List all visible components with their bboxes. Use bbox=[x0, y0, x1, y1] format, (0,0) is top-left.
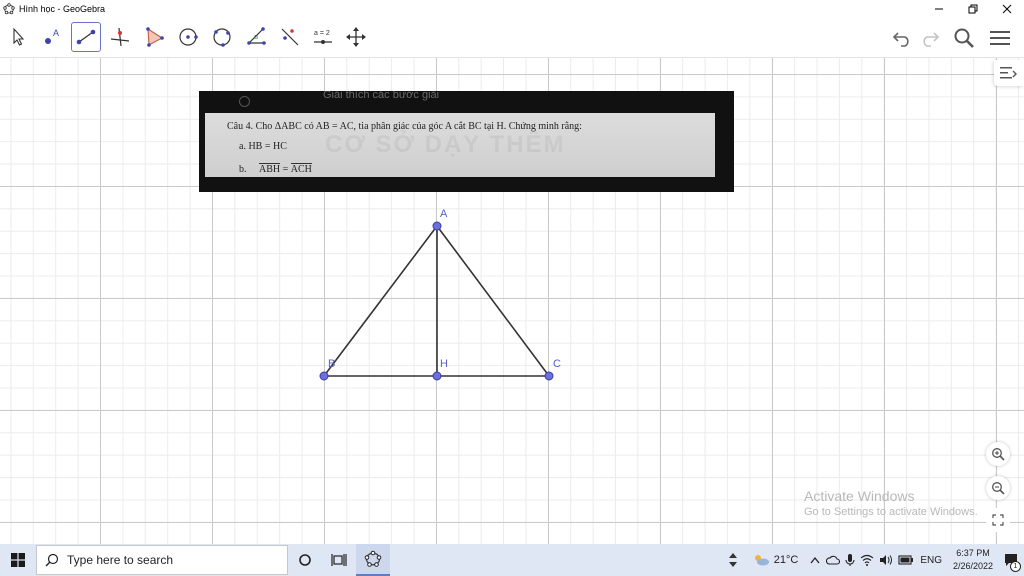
windows-logo-icon bbox=[11, 553, 25, 567]
zoom-in-button[interactable] bbox=[986, 442, 1010, 466]
circle-center-point-icon bbox=[179, 28, 198, 46]
taskbar-search-box[interactable]: Type here to search bbox=[36, 545, 288, 575]
move-cross-icon bbox=[346, 27, 366, 47]
reflect-tool[interactable] bbox=[275, 22, 305, 52]
microphone-icon[interactable] bbox=[845, 553, 855, 567]
label-a: A bbox=[440, 208, 448, 220]
redo-icon bbox=[923, 32, 940, 47]
title-bar: Hình học - GeoGebra bbox=[0, 0, 1024, 18]
polygon-tool[interactable] bbox=[139, 22, 169, 52]
undo-icon bbox=[892, 32, 909, 47]
close-button[interactable] bbox=[990, 0, 1024, 18]
taskbar-search-icon bbox=[45, 553, 59, 567]
geogebra-app-icon bbox=[3, 3, 15, 15]
move-graphics-tool[interactable] bbox=[341, 22, 371, 52]
window-controls bbox=[922, 0, 1024, 18]
minimize-icon bbox=[935, 8, 943, 10]
point-b[interactable] bbox=[319, 371, 329, 381]
minimize-button[interactable] bbox=[922, 0, 956, 18]
cloud-icon[interactable] bbox=[826, 554, 841, 566]
toolbar: A α a = 2 bbox=[0, 18, 1024, 58]
point-h[interactable] bbox=[432, 371, 442, 381]
taskbar: Type here to search 21°C ENG 6:37 PM 2/2… bbox=[0, 544, 1024, 576]
taskbar-scroll-icon[interactable] bbox=[728, 551, 738, 569]
weather-icon[interactable] bbox=[752, 553, 770, 567]
label-c: C bbox=[553, 358, 561, 370]
point-a[interactable] bbox=[432, 221, 442, 231]
wifi-icon[interactable] bbox=[860, 554, 874, 566]
activate-windows-title: Activate Windows bbox=[804, 488, 915, 504]
reflect-icon bbox=[281, 28, 299, 46]
construction-svg bbox=[319, 221, 554, 381]
activate-windows-subtitle: Go to Settings to activate Windows. bbox=[804, 506, 978, 518]
label-h: H bbox=[440, 358, 448, 370]
segment-ab[interactable] bbox=[323, 225, 438, 377]
chevron-up-icon[interactable] bbox=[810, 556, 820, 564]
restore-icon bbox=[968, 4, 978, 14]
geogebra-window: Hình học - GeoGebra A α a = 2 Giải thích… bbox=[0, 0, 1024, 576]
volume-icon[interactable] bbox=[879, 554, 893, 566]
activate-windows-watermark: Activate Windows Go to Settings to activ… bbox=[804, 488, 978, 518]
point-tool[interactable]: A bbox=[37, 22, 67, 52]
restore-button[interactable] bbox=[956, 0, 990, 18]
geogebra-taskbar-button[interactable] bbox=[356, 544, 390, 576]
weather-temperature[interactable]: 21°C bbox=[774, 554, 799, 566]
zoom-out-icon bbox=[992, 482, 1005, 495]
point-icon: A bbox=[45, 28, 59, 44]
label-b: B bbox=[328, 358, 336, 370]
segment-ac[interactable] bbox=[436, 225, 550, 377]
input-language[interactable]: ENG bbox=[920, 555, 942, 566]
point-c[interactable] bbox=[544, 371, 554, 381]
polygon-icon bbox=[146, 27, 164, 47]
task-view-button[interactable] bbox=[322, 544, 356, 576]
cortana-button[interactable] bbox=[288, 544, 322, 576]
clock-time: 6:37 PM bbox=[956, 548, 990, 558]
angle-tool-label: α bbox=[254, 34, 258, 41]
start-button[interactable] bbox=[0, 544, 36, 576]
fullscreen-icon bbox=[992, 514, 1004, 526]
taskbar-search-placeholder: Type here to search bbox=[67, 553, 174, 567]
angle-icon: α bbox=[247, 27, 266, 45]
notification-button[interactable]: 1 bbox=[998, 544, 1024, 576]
task-view-icon bbox=[331, 554, 347, 566]
redo-button[interactable] bbox=[916, 24, 944, 52]
segment-tool[interactable] bbox=[71, 22, 101, 52]
close-icon bbox=[1002, 4, 1012, 14]
circle-tool[interactable] bbox=[173, 22, 203, 52]
perpendicular-tool[interactable] bbox=[105, 22, 135, 52]
menu-icon bbox=[990, 31, 1010, 45]
segment-icon bbox=[76, 29, 96, 45]
geogebra-taskbar-icon bbox=[364, 550, 382, 567]
point-tool-label: A bbox=[53, 28, 59, 38]
slider-tool-label: a = 2 bbox=[314, 30, 330, 37]
window-title: Hình học - GeoGebra bbox=[19, 4, 106, 14]
system-tray: 21°C ENG 6:37 PM 2/26/2022 1 bbox=[728, 544, 1024, 576]
battery-icon[interactable] bbox=[898, 555, 914, 565]
main-menu-button[interactable] bbox=[986, 24, 1014, 52]
slider-icon: a = 2 bbox=[314, 30, 332, 44]
circle-three-points-icon bbox=[213, 28, 231, 47]
move-tool[interactable] bbox=[3, 22, 33, 52]
fullscreen-button[interactable] bbox=[986, 508, 1010, 532]
clock-date: 2/26/2022 bbox=[952, 561, 994, 571]
taskbar-clock[interactable]: 6:37 PM 2/26/2022 bbox=[948, 547, 998, 573]
slider-tool[interactable]: a = 2 bbox=[308, 22, 338, 52]
perpendicular-line-icon bbox=[110, 27, 130, 47]
circle-three-points-tool[interactable] bbox=[207, 22, 237, 52]
zoom-out-button[interactable] bbox=[986, 476, 1010, 500]
arrow-pointer-icon bbox=[13, 27, 25, 46]
angle-tool[interactable]: α bbox=[241, 22, 271, 52]
undo-button[interactable] bbox=[888, 24, 916, 52]
search-icon bbox=[954, 28, 974, 48]
notification-count: 1 bbox=[1010, 561, 1021, 572]
cortana-circle-icon bbox=[299, 554, 311, 566]
graphics-view[interactable]: Giải thích các bước giải CƠ SỞ DẠY THÊM … bbox=[0, 58, 1024, 544]
search-button[interactable] bbox=[950, 24, 978, 52]
zoom-in-icon bbox=[992, 448, 1005, 461]
